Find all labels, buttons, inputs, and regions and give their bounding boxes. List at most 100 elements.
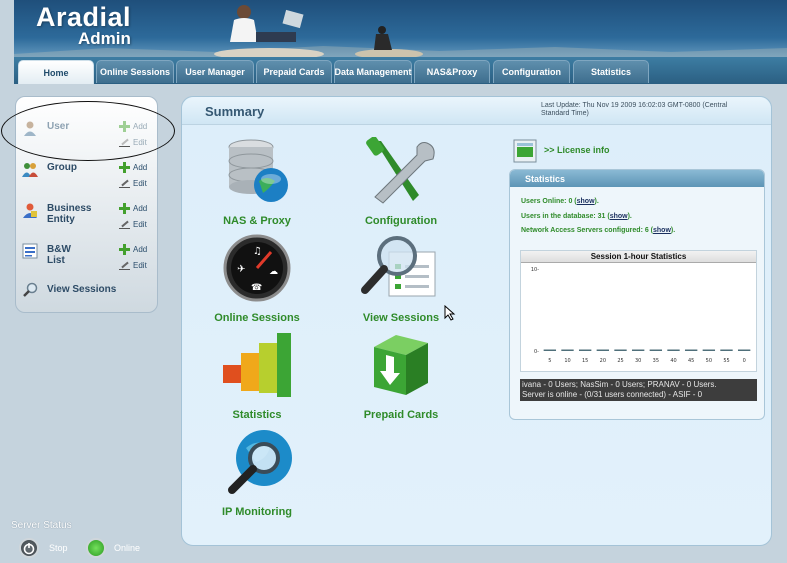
online-sessions-tile[interactable]: ✈ ♫ ☁ ☎ Online Sessions [202, 234, 312, 324]
chart-bar [543, 349, 557, 351]
tab-nas-proxy[interactable]: NAS&Proxy [414, 60, 490, 83]
list-icon [22, 243, 38, 259]
pencil-icon [119, 261, 130, 270]
tab-online-sessions[interactable]: Online Sessions [96, 60, 174, 83]
pencil-icon [119, 220, 130, 229]
users-database-line: Users in the database: 31 (show). [521, 213, 632, 220]
chart-bar [720, 349, 733, 351]
chart-bar [737, 349, 751, 351]
tile-label: View Sessions [362, 312, 440, 324]
view-sessions-tile[interactable]: View Sessions [346, 234, 456, 324]
chart-bar [702, 349, 716, 351]
nas-configured-text: Network Access Servers configured: 6 ( [521, 227, 654, 234]
x-tick-label: 55 [723, 358, 729, 364]
add-label: Add [133, 163, 148, 172]
tab-user-manager[interactable]: User Manager [176, 60, 254, 83]
mouse-cursor-icon [444, 305, 456, 321]
chart-bar [614, 349, 627, 351]
edit-label: Edit [133, 220, 147, 229]
sidebar-item-label[interactable]: User [47, 121, 69, 132]
edit-label: Edit [133, 261, 147, 270]
sidebar-panel: User Add Edit Group Add Edit Business En… [15, 96, 158, 313]
log-line: ivana - 0 Users; NasSim - 0 Users; PRANA… [522, 380, 717, 389]
edit-business-entity-button[interactable]: Edit [119, 220, 147, 229]
banner-photo-person-laptop [214, 5, 324, 58]
svg-text:☁: ☁ [269, 267, 278, 277]
chart-bar [649, 349, 663, 351]
tile-label: IP Monitoring [221, 506, 293, 518]
edit-group-button[interactable]: Edit [119, 179, 147, 188]
main-tab-bar: Home Online Sessions User Manager Prepai… [14, 57, 787, 84]
summary-panel: Summary Last Update: Thu Nov 19 2009 16:… [181, 96, 772, 546]
sidebar-item-label[interactable]: B&W List [47, 244, 87, 266]
add-user-button[interactable]: Add [119, 121, 147, 132]
x-tick-label: 35 [653, 358, 659, 364]
svg-text:✈: ✈ [237, 264, 245, 275]
license-info-link[interactable]: >> License info [511, 137, 631, 163]
stop-server-button[interactable] [19, 538, 39, 558]
group-icon [22, 163, 38, 177]
pencil-icon [119, 138, 130, 147]
edit-user-button[interactable]: Edit [119, 138, 147, 147]
prepaid-box-icon [374, 335, 428, 395]
sidebar-item-bw-list: B&W List Add Edit [16, 238, 159, 278]
tile-label: NAS & Proxy [223, 215, 291, 227]
dashboard-icon: ✈ ♫ ☁ ☎ [223, 234, 291, 302]
x-tick-label: 45 [688, 358, 694, 364]
add-bw-list-button[interactable]: Add [119, 244, 147, 255]
statistics-box-title: Statistics [510, 170, 764, 187]
show-users-online-link[interactable]: show [577, 198, 595, 205]
banner-photo-person-sitting [355, 26, 423, 58]
brand-subtitle: Admin [78, 29, 131, 48]
x-tick-label: 5 [548, 358, 551, 364]
x-tick-label: 50 [706, 358, 712, 364]
sidebar-item-label[interactable]: Group [47, 162, 77, 173]
tile-label: Prepaid Cards [363, 409, 439, 421]
x-tick-label: 10 [564, 358, 570, 364]
tab-data-management[interactable]: Data Management [334, 60, 412, 83]
x-tick-label: 20 [600, 358, 606, 364]
tab-configuration[interactable]: Configuration [493, 60, 570, 83]
suffix-text: ). [627, 213, 632, 220]
business-entity-icon [23, 203, 37, 218]
sidebar-item-view-sessions[interactable]: View Sessions [16, 280, 159, 320]
chart-plot: 10- 0- 5 10 15 20 25 30 35 40 45 50 55 0 [531, 267, 751, 364]
stop-label: Stop [49, 543, 68, 553]
user-icon [24, 121, 36, 136]
sidebar-item-group: Group Add Edit [16, 156, 159, 196]
suffix-text: ). [594, 198, 599, 205]
chart-bar [684, 349, 698, 351]
sidebar-item-business-entity: Business Entity Add Edit [16, 197, 159, 237]
suffix-text: ). [670, 227, 676, 234]
sidebar-item-label: View Sessions [47, 284, 117, 295]
prepaid-cards-tile[interactable]: Prepaid Cards [346, 331, 456, 421]
edit-label: Edit [133, 138, 147, 147]
nas-configured-line: Network Access Servers configured: 6 (sh… [521, 227, 675, 234]
tile-label: Online Sessions [214, 312, 300, 324]
plus-icon [119, 203, 130, 214]
y-tick-label: 10- [531, 267, 539, 273]
sidebar-item-label[interactable]: Business Entity [47, 203, 107, 225]
x-tick-label: 0 [743, 358, 746, 364]
database-globe-icon [228, 139, 288, 202]
chart-title: Session 1-hour Statistics [521, 251, 756, 263]
x-tick-label: 40 [670, 358, 676, 364]
ip-monitoring-tile[interactable]: IP Monitoring [202, 428, 312, 518]
tab-statistics[interactable]: Statistics [573, 60, 649, 83]
tab-home[interactable]: Home [18, 60, 94, 84]
last-update-timestamp: Last Update: Thu Nov 19 2009 16:02:03 GM… [541, 102, 728, 117]
server-log-panel: ivana - 0 Users; NasSim - 0 Users; PRANA… [520, 379, 757, 401]
nas-proxy-tile[interactable]: NAS & Proxy [202, 137, 312, 227]
summary-header: Summary Last Update: Thu Nov 19 2009 16:… [182, 97, 771, 125]
add-group-button[interactable]: Add [119, 162, 147, 173]
show-users-database-link[interactable]: show [610, 213, 628, 220]
statistics-tile[interactable]: Statistics [202, 331, 312, 421]
add-business-entity-button[interactable]: Add [119, 203, 147, 214]
edit-bw-list-button[interactable]: Edit [119, 261, 147, 270]
chart-bar [596, 349, 610, 351]
log-line: Server is online - (0/31 users connected… [522, 390, 703, 399]
configuration-tile[interactable]: Configuration [346, 137, 456, 227]
users-database-text: Users in the database: 31 ( [521, 213, 610, 220]
show-nas-link[interactable]: show [653, 227, 671, 234]
tab-prepaid-cards[interactable]: Prepaid Cards [256, 60, 332, 83]
